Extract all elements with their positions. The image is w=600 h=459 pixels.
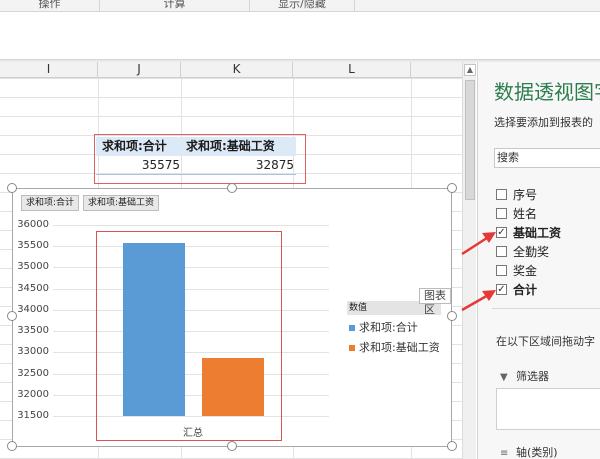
area-title-label: 轴(类别): [516, 446, 558, 459]
checkbox-icon[interactable]: [496, 208, 507, 219]
field-item-attendance-bonus[interactable]: 全勤奖: [496, 243, 549, 261]
y-axis-tick-label: 32500: [17, 367, 49, 379]
chart-resize-handle-sw[interactable]: [7, 441, 17, 451]
field-item-base-salary[interactable]: ✓ 基础工资: [496, 224, 561, 242]
ribbon-group-operations: 操作: [0, 0, 100, 11]
chart-resize-handle-nw[interactable]: [7, 183, 17, 193]
filter-icon: ▼: [500, 372, 508, 383]
chart-resize-handle-w[interactable]: [7, 311, 17, 321]
y-axis-tick-label: 36000: [17, 219, 49, 230]
ribbon-group-calculations: 计算: [100, 0, 250, 11]
column-header-l[interactable]: L: [293, 62, 411, 78]
y-axis-tick-label: 35500: [17, 240, 49, 252]
legend-item-total[interactable]: 求和项:合计: [349, 319, 418, 335]
checkbox-icon[interactable]: [496, 189, 507, 200]
checkmark-icon[interactable]: ✓: [496, 227, 507, 238]
checkbox-icon[interactable]: [496, 265, 507, 276]
checkbox-icon[interactable]: [496, 246, 507, 257]
column-header-k[interactable]: K: [181, 62, 293, 78]
legend-swatch: [349, 325, 355, 331]
pane-subtitle: 选择要添加到报表的: [494, 116, 593, 129]
y-axis-tick-label: 35000: [17, 261, 49, 273]
column-header-i[interactable]: I: [0, 62, 98, 78]
pivot-highlight-outline: [94, 134, 306, 184]
scroll-thumb[interactable]: [465, 80, 475, 200]
pivot-chart-fields-pane: 数据透视图字 选择要添加到报表的 搜索 序号 姓名 ✓ 基础工资 全勤奖 奖金 ✓…: [477, 62, 600, 459]
column-header-j[interactable]: J: [98, 62, 181, 78]
x-axis-category-label: 汇总: [183, 428, 203, 439]
y-axis-tick-label: 33000: [17, 346, 49, 358]
filter-drop-zone[interactable]: [496, 388, 600, 430]
area-title-label: 筛选器: [516, 370, 549, 383]
field-label: 基础工资: [513, 226, 562, 240]
y-axis-tick-label: 32000: [17, 388, 49, 400]
excel-window: 操作 计算 显示/隐藏 I J K L 求和项:合计 求和项:基础工资 3557…: [0, 0, 600, 459]
legend-label: 求和项:合计: [359, 321, 418, 334]
pane-title: 数据透视图字: [494, 80, 600, 104]
chart-resize-handle-s[interactable]: [227, 441, 237, 451]
pivot-chart[interactable]: 求和项:合计 求和项:基础工资 数值 求和项:合计 求和项:基础工资 图表区 3…: [12, 188, 452, 447]
field-label: 合计: [513, 283, 538, 297]
chart-resize-handle-se[interactable]: [447, 441, 457, 451]
areas-instruction: 在以下区域间拖动字: [496, 335, 595, 348]
divider: [492, 308, 600, 309]
legend-label: 求和项:基础工资: [359, 341, 440, 354]
legend-item-base-salary[interactable]: 求和项:基础工资: [349, 339, 440, 355]
y-axis-tick-label: 31500: [17, 410, 49, 421]
chart-field-button-total[interactable]: 求和项:合计: [21, 195, 80, 211]
chart-resize-handle-e[interactable]: [447, 311, 457, 321]
filter-area-title: ▼ 筛选器: [500, 368, 549, 384]
field-item-total[interactable]: ✓ 合计: [496, 281, 537, 299]
ribbon-group-labels: 操作 计算 显示/隐藏: [0, 0, 600, 12]
field-item-name[interactable]: 姓名: [496, 205, 537, 223]
scroll-up-icon[interactable]: ▲: [464, 64, 476, 76]
y-axis-tick-label: 34500: [17, 282, 49, 294]
chart-resize-handle-ne[interactable]: [447, 183, 457, 193]
field-item-bonus[interactable]: 奖金: [496, 262, 537, 280]
chart-field-button-base-salary[interactable]: 求和项:基础工资: [83, 195, 160, 211]
formula-bar[interactable]: [0, 13, 600, 60]
vertical-scrollbar[interactable]: ▲: [462, 62, 476, 459]
field-label: 序号: [513, 188, 538, 202]
field-label: 姓名: [513, 207, 538, 221]
bar-total[interactable]: [123, 243, 185, 416]
field-label: 全勤奖: [513, 245, 550, 259]
field-label: 奖金: [513, 264, 538, 278]
field-item-serial[interactable]: 序号: [496, 186, 537, 204]
bar-base-salary[interactable]: [202, 357, 264, 416]
list-icon: ≡: [500, 448, 509, 459]
chart-area-tooltip: 图表区: [419, 288, 451, 316]
ribbon-group-show-hide: 显示/隐藏: [250, 0, 355, 11]
legend-swatch: [349, 345, 355, 351]
chart-resize-handle-n[interactable]: [227, 183, 237, 193]
y-axis-tick-label: 34000: [17, 303, 49, 315]
checkmark-icon[interactable]: ✓: [496, 284, 507, 295]
y-gridline: [53, 225, 329, 226]
field-search-input[interactable]: 搜索: [494, 148, 600, 168]
axis-area-title: ≡ 轴(类别): [500, 444, 558, 459]
y-axis-tick-label: 33500: [17, 325, 49, 337]
column-headers: I J K L: [0, 62, 462, 78]
